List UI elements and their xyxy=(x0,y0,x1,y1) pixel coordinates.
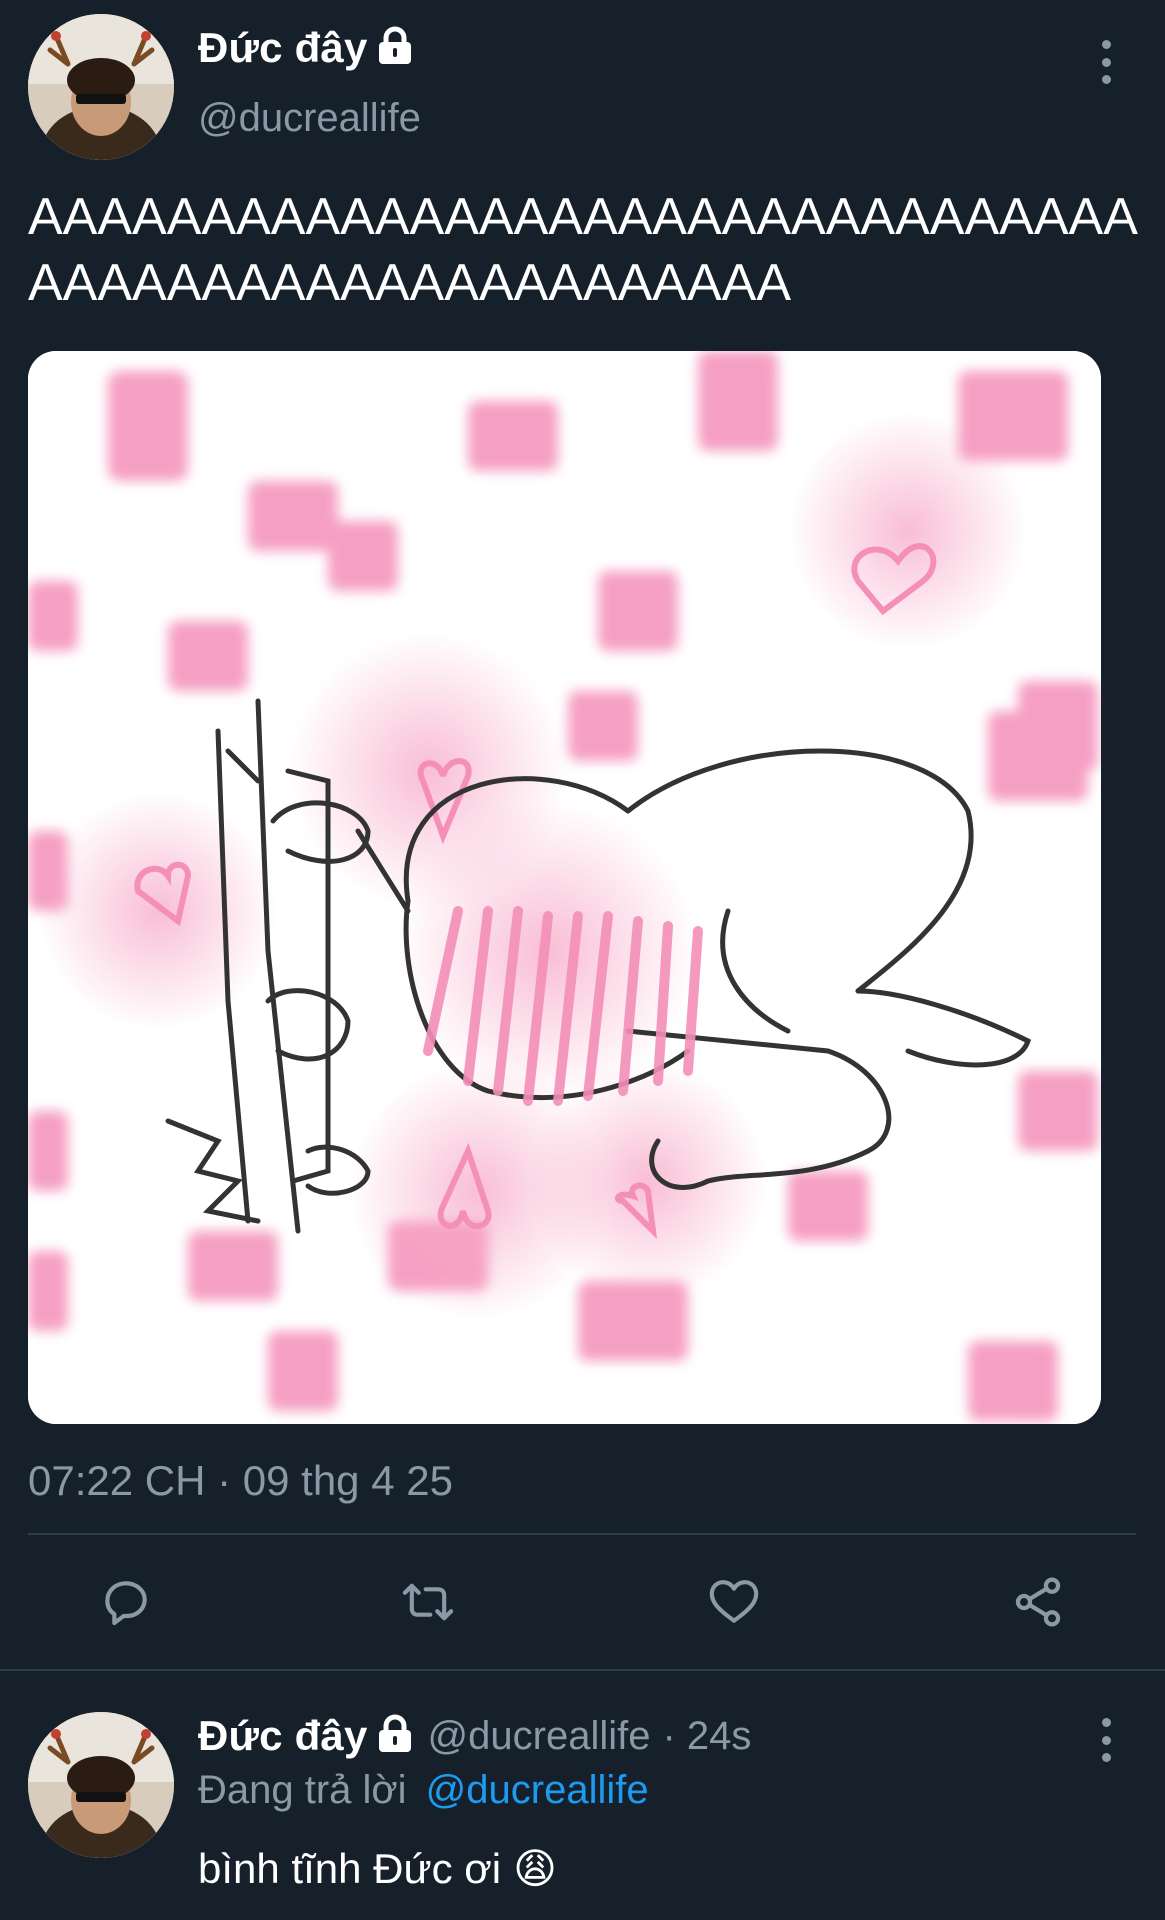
lock-icon xyxy=(376,1714,414,1759)
reply-text-row: bình tĩnh Đức ơi 😩 xyxy=(198,1844,557,1893)
author-name[interactable]: Đức đây xyxy=(198,24,368,72)
author-avatar[interactable] xyxy=(28,14,174,160)
like-icon[interactable] xyxy=(704,1572,764,1632)
section-divider xyxy=(0,1669,1165,1671)
more-options-icon[interactable] xyxy=(1096,40,1116,84)
reply-author-handle[interactable]: @ducreallife xyxy=(428,1714,651,1759)
reply-text: bình tĩnh Đức ơi xyxy=(198,1844,502,1892)
retweet-icon[interactable] xyxy=(398,1572,458,1632)
weary-face-emoji: 😩 xyxy=(513,1845,557,1892)
reply-author-avatar[interactable] xyxy=(28,1712,174,1858)
reply-header-row: Đức đây @ducreallife · 24s xyxy=(198,1712,751,1760)
replying-to-line: Đang trả lời @ducreallife xyxy=(198,1768,649,1813)
replying-to-prefix: Đang trả lời xyxy=(198,1768,407,1812)
tweet-text: AAAAAAAAAAAAAAAAAAAAAAAAAAAAAAAAAAAAAAAA… xyxy=(28,188,1138,312)
divider xyxy=(28,1533,1136,1535)
share-icon[interactable] xyxy=(1008,1572,1068,1632)
author-name-row[interactable]: Đức đây xyxy=(198,24,414,72)
reply-icon[interactable] xyxy=(96,1572,156,1632)
author-handle[interactable]: @ducreallife xyxy=(198,96,421,141)
reply-more-options-icon[interactable] xyxy=(1096,1718,1116,1762)
reply-age: · 24s xyxy=(662,1713,752,1758)
lock-icon xyxy=(376,26,414,71)
tweet-image[interactable] xyxy=(28,351,1101,1424)
replying-to-link[interactable]: @ducreallife xyxy=(426,1768,649,1812)
reply-author-name[interactable]: Đức đây xyxy=(198,1712,368,1760)
tweet-timestamp: 07:22 CH · 09 thg 4 25 xyxy=(28,1457,453,1504)
